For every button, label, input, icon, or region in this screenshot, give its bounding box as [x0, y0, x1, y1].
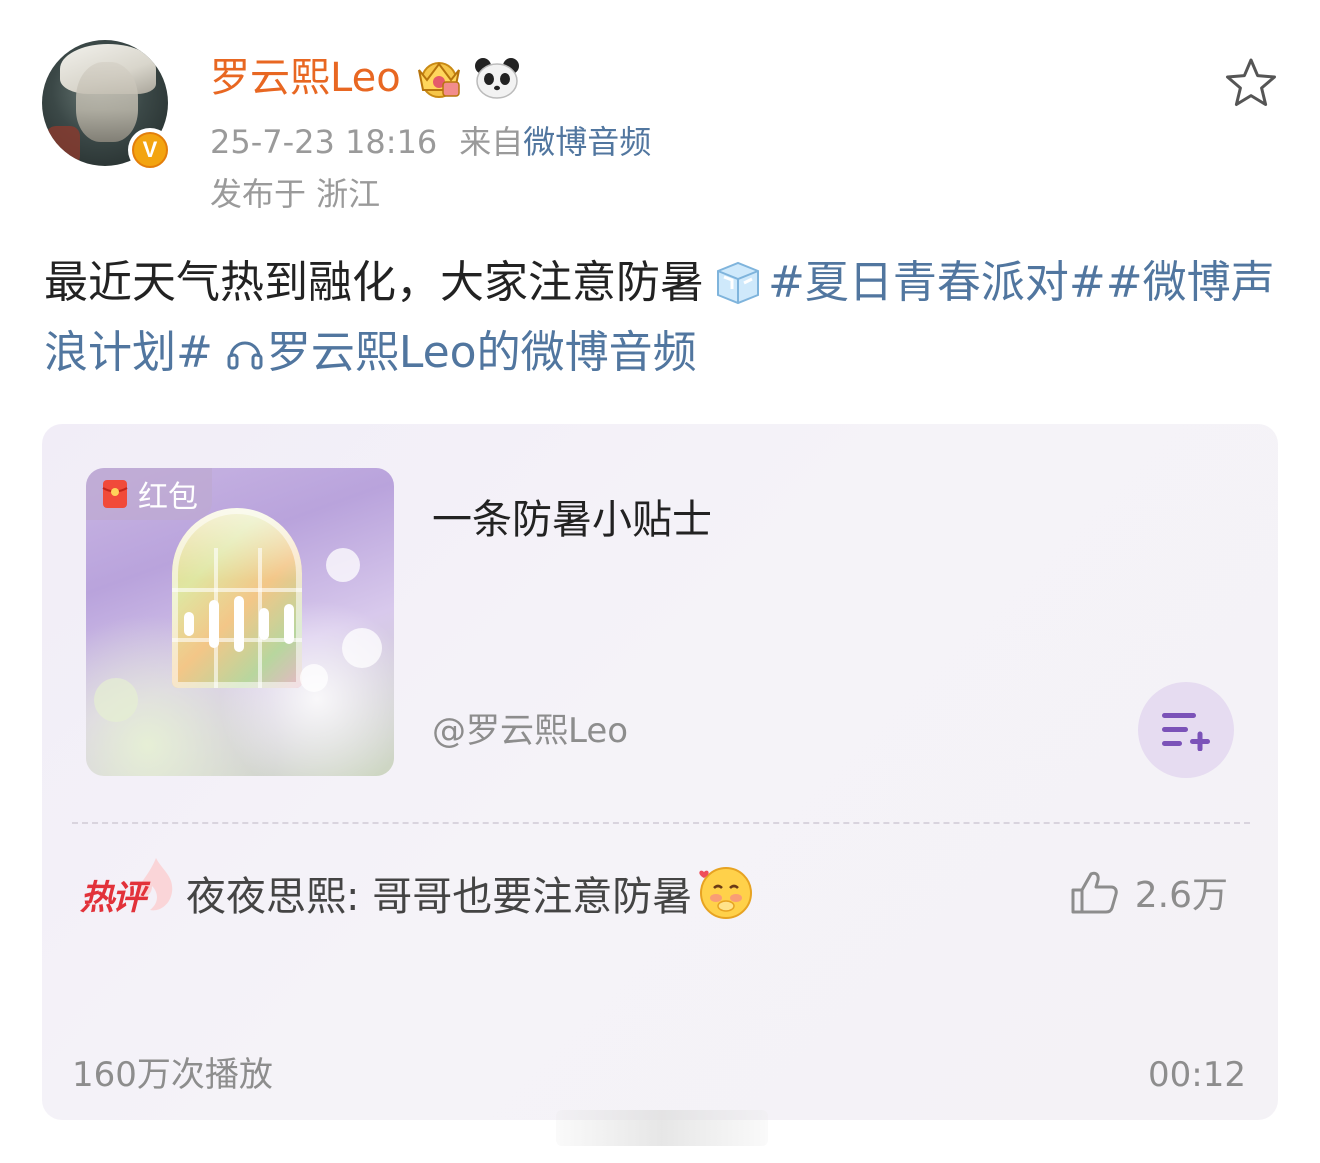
cover-window-bar — [172, 588, 302, 592]
hot-comment-content: 夜夜思熙: 哥哥也要注意防暑 — [186, 873, 693, 920]
add-to-playlist-button[interactable] — [1138, 682, 1234, 778]
cover-blossom — [300, 664, 328, 692]
red-packet-badge[interactable]: 红包 — [86, 468, 212, 520]
audio-link[interactable]: 罗云熙Leo的微博音频 — [267, 327, 697, 378]
cover-blossom — [342, 628, 382, 668]
audio-cover[interactable]: 红包 — [86, 468, 394, 776]
source-prefix: 来自 — [459, 123, 524, 161]
ice-cube-icon — [717, 261, 759, 305]
hot-comment[interactable]: 热评 夜夜思熙: 哥哥也要注意防暑 2.6万 — [78, 858, 1258, 928]
track-author[interactable]: @罗云熙Leo — [432, 708, 628, 754]
playlist-add-icon — [1162, 713, 1210, 751]
hot-comment-text: 夜夜思熙: 哥哥也要注意防暑 — [186, 862, 754, 925]
star-outline-icon[interactable] — [1224, 56, 1278, 110]
post-text: 最近天气热到融化，大家注意防暑 #夏日青春派对##微博声浪计划# 罗云熙Leo的… — [44, 248, 1284, 388]
post-body: 最近天气热到融化，大家注意防暑 — [44, 257, 704, 308]
hot-comment-label: 热评 — [80, 878, 146, 918]
panda-icon — [474, 58, 519, 99]
verified-badge: V — [128, 128, 172, 172]
hot-comment-badge: 热评 — [78, 858, 174, 928]
crown-badge-icon[interactable] — [413, 56, 465, 100]
avatar-hand — [46, 126, 80, 166]
cover-blossom — [326, 548, 360, 582]
like-button[interactable]: 2.6万 — [1069, 866, 1228, 918]
author-row: 罗云熙Leo — [210, 50, 521, 106]
like-count: 2.6万 — [1134, 875, 1228, 916]
audio-wave-icon — [184, 596, 294, 652]
play-count: 160万次播放 — [72, 1055, 273, 1095]
verified-mark: V — [132, 132, 168, 168]
shy-face-emoji-icon — [699, 866, 753, 919]
headphones-icon — [227, 341, 263, 370]
red-packet-label: 红包 — [138, 480, 198, 515]
card-divider — [72, 822, 1250, 824]
post-meta: 25-7-23 18:16 来自微博音频 — [210, 120, 651, 164]
audio-duration: 00:12 — [1148, 1055, 1246, 1095]
post-location: 发布于 浙江 — [210, 175, 381, 213]
watermark — [556, 1110, 768, 1146]
post-time: 25-7-23 18:16 — [210, 123, 438, 161]
author-name[interactable]: 罗云熙Leo — [210, 50, 401, 106]
audio-card[interactable]: 红包 一条防暑小贴士 @罗云熙Leo 热评 夜夜思熙: 哥哥也要注意防暑 2.6… — [42, 424, 1278, 1120]
track-title[interactable]: 一条防暑小贴士 — [432, 494, 712, 546]
red-packet-icon — [102, 480, 128, 508]
source-link[interactable]: 微博音频 — [523, 123, 651, 161]
thumbs-up-icon — [1071, 871, 1118, 914]
topic-link-summer-party[interactable]: #夏日青春派对# — [768, 257, 1106, 308]
avatar-face — [76, 62, 138, 142]
cover-blossom — [94, 678, 138, 722]
